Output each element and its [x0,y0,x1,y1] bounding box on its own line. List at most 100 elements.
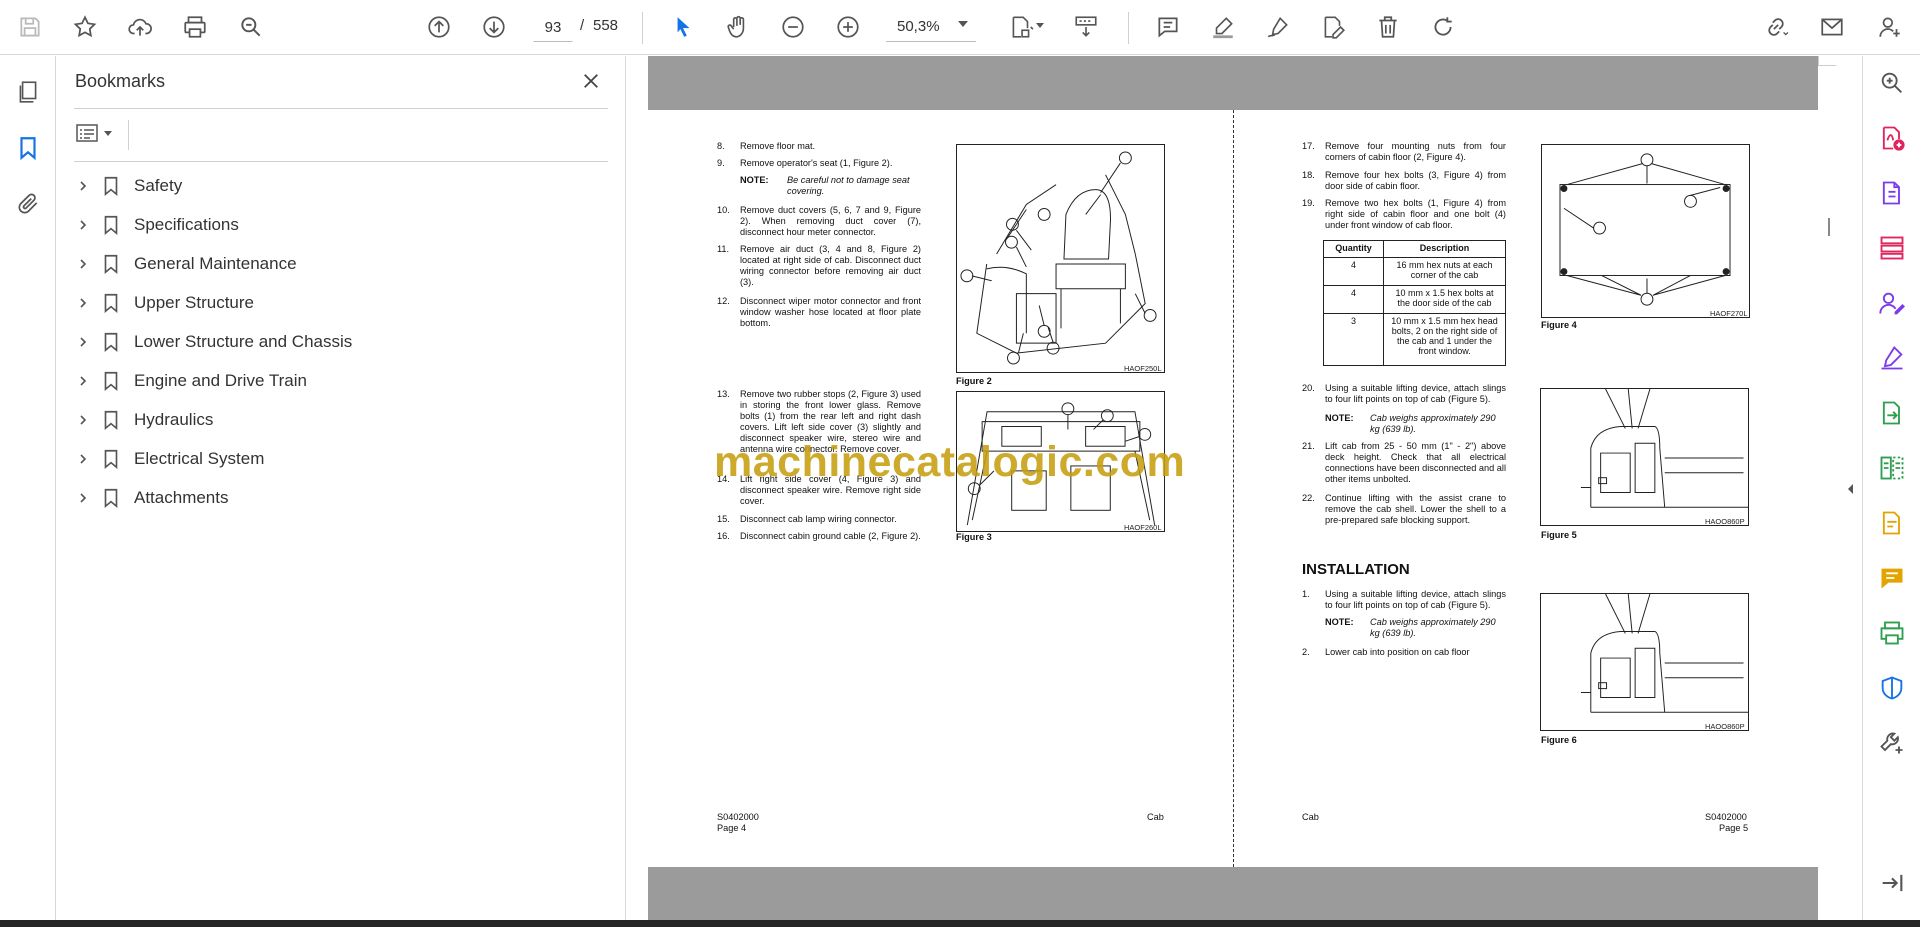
table-header: Quantity [1323,240,1384,258]
highlight-icon[interactable] [1203,8,1243,46]
chevron-right-icon[interactable] [72,370,94,392]
email-icon[interactable] [1812,8,1852,46]
bookmark-label: Safety [134,175,183,195]
zoom-out-icon[interactable] [773,8,813,46]
chevron-right-icon[interactable] [72,214,94,236]
figure-4-illustration [1541,144,1750,318]
zoom-level-input[interactable]: 50,3% [886,12,976,42]
request-signature-icon[interactable] [1873,284,1911,322]
bookmark-icon [98,173,124,199]
chevron-right-icon[interactable] [72,331,94,353]
fit-page-caret-icon[interactable] [1036,23,1044,28]
bookmark-item-upper-structure[interactable]: Upper Structure [70,283,610,322]
table-cell: 10 mm x 1.5 hex bolts at the door side o… [1383,285,1506,314]
edit-pdf-icon[interactable] [1873,504,1911,542]
toolbar-divider [642,12,643,44]
page-down-icon[interactable] [474,8,514,46]
chevron-right-icon[interactable] [72,175,94,197]
chevron-right-icon[interactable] [72,487,94,509]
rotate-icon[interactable] [1423,8,1463,46]
total-pages: 558 [593,17,619,34]
taskbar-strip [0,920,1920,927]
scroll-mode-icon[interactable] [1066,8,1106,46]
find-icon[interactable] [231,8,271,46]
note-text: Cab weighs approximately 290 kg (639 lb)… [1370,617,1496,638]
bookmark-label: Electrical System [134,448,265,468]
zoom-in-icon[interactable] [828,8,868,46]
fit-page-icon[interactable] [1001,8,1041,46]
close-icon[interactable] [576,66,606,96]
figure-code: HAOO860P [1705,722,1745,731]
bookmark-icon [98,290,124,316]
zoom-tool-icon[interactable] [1873,64,1911,102]
note-label: NOTE: [1325,617,1354,627]
chevron-right-icon[interactable] [72,409,94,431]
bookmark-item-electrical-system[interactable]: Electrical System [70,439,610,478]
step-item: 10. Remove duct covers (5, 6, 7 and 9, F… [717,205,921,241]
attachment-icon[interactable] [8,184,48,224]
chevron-right-icon[interactable] [72,253,94,275]
footer-section: Cab [1302,812,1319,822]
bookmark-item-general-maintenance[interactable]: General Maintenance [70,244,610,283]
figure-code: HAOF260L [1124,523,1162,532]
comment-icon[interactable] [1148,8,1188,46]
bookmark-icon[interactable] [8,128,48,168]
expand-panel-icon[interactable] [1873,864,1911,902]
convert-icon[interactable] [1873,394,1911,432]
bookmark-item-specifications[interactable]: Specifications [70,205,610,244]
page-up-icon[interactable] [419,8,459,46]
bookmark-options-button[interactable] [74,118,124,148]
step-item: 19. Remove two hex bolts (1, Figure 4) f… [1302,198,1506,234]
chevron-down-icon [104,130,112,136]
star-icon[interactable] [65,8,105,46]
page-number-input[interactable]: 93 [533,12,573,42]
bookmark-label: General Maintenance [134,253,297,273]
share-link-icon[interactable] [1756,8,1796,46]
chevron-right-icon[interactable] [72,292,94,314]
table-header-row: Quantity Description [1323,240,1506,258]
delete-icon[interactable] [1368,8,1408,46]
save-icon[interactable] [10,8,50,46]
print-production-icon[interactable] [1873,614,1911,652]
step-number: 10. [717,205,730,215]
comment-tool-icon[interactable] [1873,559,1911,597]
pdf-viewer-window: 93 / 558 50,3% Bookmarks Safety Specific… [0,0,1920,927]
edit-icon[interactable] [1313,8,1353,46]
bookmark-item-hydraulics[interactable]: Hydraulics [70,400,610,439]
hand-icon[interactable] [718,8,758,46]
bookmark-item-lower-structure[interactable]: Lower Structure and Chassis [70,322,610,361]
step-item: 1. Using a suitable lifting device, atta… [1302,589,1506,613]
compare-icon[interactable] [1873,449,1911,487]
chevron-right-icon[interactable] [72,448,94,470]
more-tools-icon[interactable] [1873,724,1911,762]
step-number: 16. [717,531,730,541]
toolbar-divider [1128,12,1129,44]
page-gap-top [648,56,1818,110]
pages-icon[interactable] [8,72,48,112]
bookmark-item-safety[interactable]: Safety [70,166,610,205]
step-text: Lift cab from 25 - 50 mm (1" - 2") above… [1325,441,1506,484]
account-icon[interactable] [1870,8,1910,46]
protect-icon[interactable] [1873,669,1911,707]
bookmark-label: Attachments [134,487,229,507]
bookmark-item-engine-drive-train[interactable]: Engine and Drive Train [70,361,610,400]
current-page-value: 93 [544,18,562,36]
step-number: 21. [1302,441,1315,451]
collapse-right-panel-icon[interactable] [1845,480,1857,498]
export-pdf-icon[interactable] [1873,174,1911,212]
zoom-dropdown-caret-icon[interactable] [958,21,968,27]
select-cursor-icon[interactable] [663,8,703,46]
create-pdf-icon[interactable] [1873,119,1911,157]
scrollbar-thumb[interactable] [1828,218,1830,236]
print-icon[interactable] [175,8,215,46]
bookmark-icon [98,485,124,511]
step-item: 20. Using a suitable lifting device, att… [1302,383,1506,407]
organize-pages-icon[interactable] [1873,229,1911,267]
bookmark-item-attachments[interactable]: Attachments [70,478,610,517]
bookmarks-panel: Bookmarks Safety Specifications General … [56,56,626,920]
step-number: 20. [1302,383,1315,393]
fill-sign-icon[interactable] [1873,339,1911,377]
cloud-upload-icon[interactable] [120,8,160,46]
step-number: 17. [1302,141,1315,151]
sign-icon[interactable] [1258,8,1298,46]
